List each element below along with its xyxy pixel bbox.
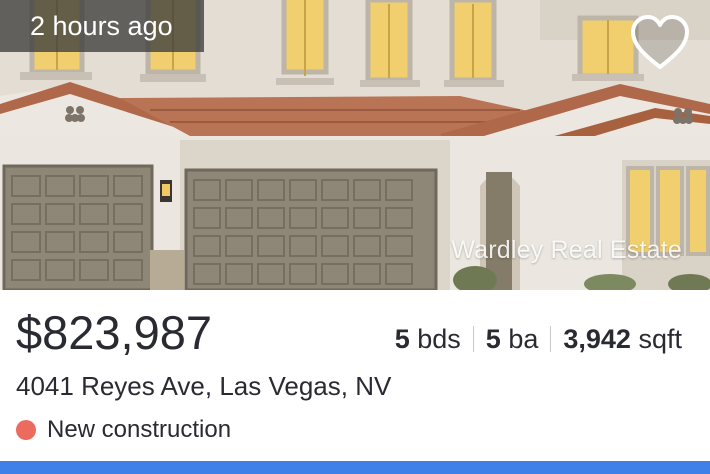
beds-count: 5	[394, 324, 410, 354]
listing-age-badge: 2 hours ago	[0, 0, 204, 52]
facts-divider	[472, 326, 474, 352]
listing-address[interactable]: 4041 Reyes Ave, Las Vegas, NV	[16, 369, 391, 403]
heart-outline-icon[interactable]	[629, 14, 691, 72]
baths-count: 5	[485, 324, 501, 354]
status-dot-icon	[16, 420, 36, 440]
listing-price: $823,987	[16, 306, 213, 359]
status-label: New construction	[47, 416, 232, 443]
beds-unit: bds	[417, 324, 461, 354]
brokerage-watermark: Wardley Real Estate	[451, 236, 682, 264]
listing-facts: 5 bds 5 ba 3,942 sqft	[395, 322, 682, 356]
sqft-count: 3,942	[563, 324, 631, 354]
baths-unit: ba	[508, 324, 539, 354]
card-accent-bar	[0, 461, 710, 474]
listing-card[interactable]: 2 hours ago Wardley Real Estate $823,987…	[0, 0, 710, 474]
facts-divider	[550, 326, 552, 352]
listing-photo[interactable]: 2 hours ago Wardley Real Estate	[0, 0, 710, 290]
listing-status: New construction	[16, 414, 231, 446]
sqft-unit: sqft	[638, 324, 682, 354]
